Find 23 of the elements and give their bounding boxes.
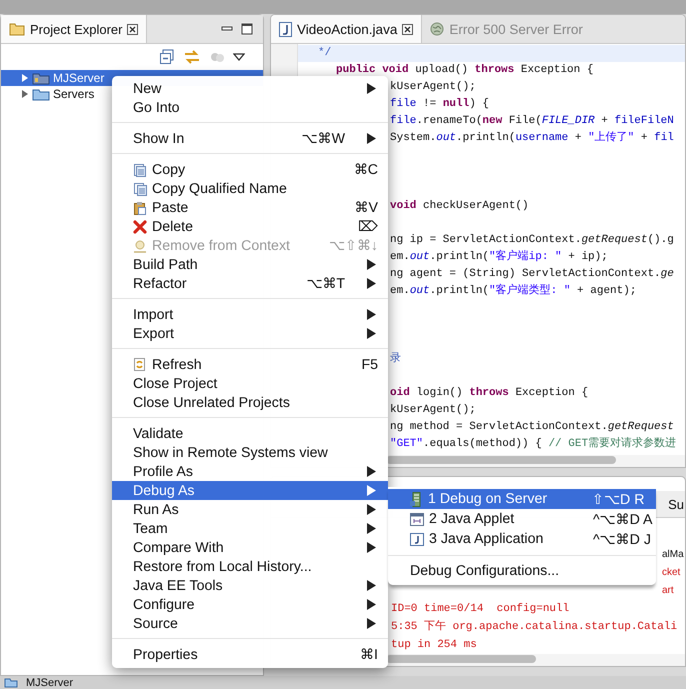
code-line: System.out.println(username + "上传了" + fil <box>390 132 674 144</box>
code-line: file.renameTo(new File(FILE_DIR + fileFileN <box>390 115 674 127</box>
code-line: 录 <box>390 353 401 365</box>
code-line: */ <box>318 47 332 59</box>
console-text: tup in 254 ms <box>391 639 477 651</box>
status-text: MJServer <box>26 676 74 688</box>
code-line: ng method = ServletActionContext.getRequest <box>390 421 674 433</box>
code-line: kUserAgent(); <box>390 404 476 416</box>
console-text: art <box>662 585 674 596</box>
code-line: ng ip = ServletActionContext.getRequest().g <box>390 234 674 246</box>
console-text: ID=0 time=0/14 config=null <box>391 603 570 615</box>
code-line: void checkUserAgent() <box>390 200 529 212</box>
code-line: "GET".equals(method)) { // GET需要对请求参数进 <box>390 438 676 450</box>
code-line: file != null) { <box>390 98 490 110</box>
code-line: em.out.println("客户端ip: " + ip); <box>390 251 608 263</box>
code-line: ng agent = (String) ServletActionContext.ge <box>390 268 674 280</box>
code-line: public void upload() throws Exception { <box>336 64 594 76</box>
code-line: kUserAgent(); <box>390 81 476 93</box>
console-text: alMa <box>662 549 684 560</box>
code-line: em.out.println("客户端类型: " + agent); <box>390 285 636 297</box>
code-line: oid login() throws Exception { <box>390 387 588 399</box>
console-text: cket <box>662 567 680 578</box>
console-text: 5:35 下午 org.apache.catalina.startup.Catali <box>391 621 678 633</box>
